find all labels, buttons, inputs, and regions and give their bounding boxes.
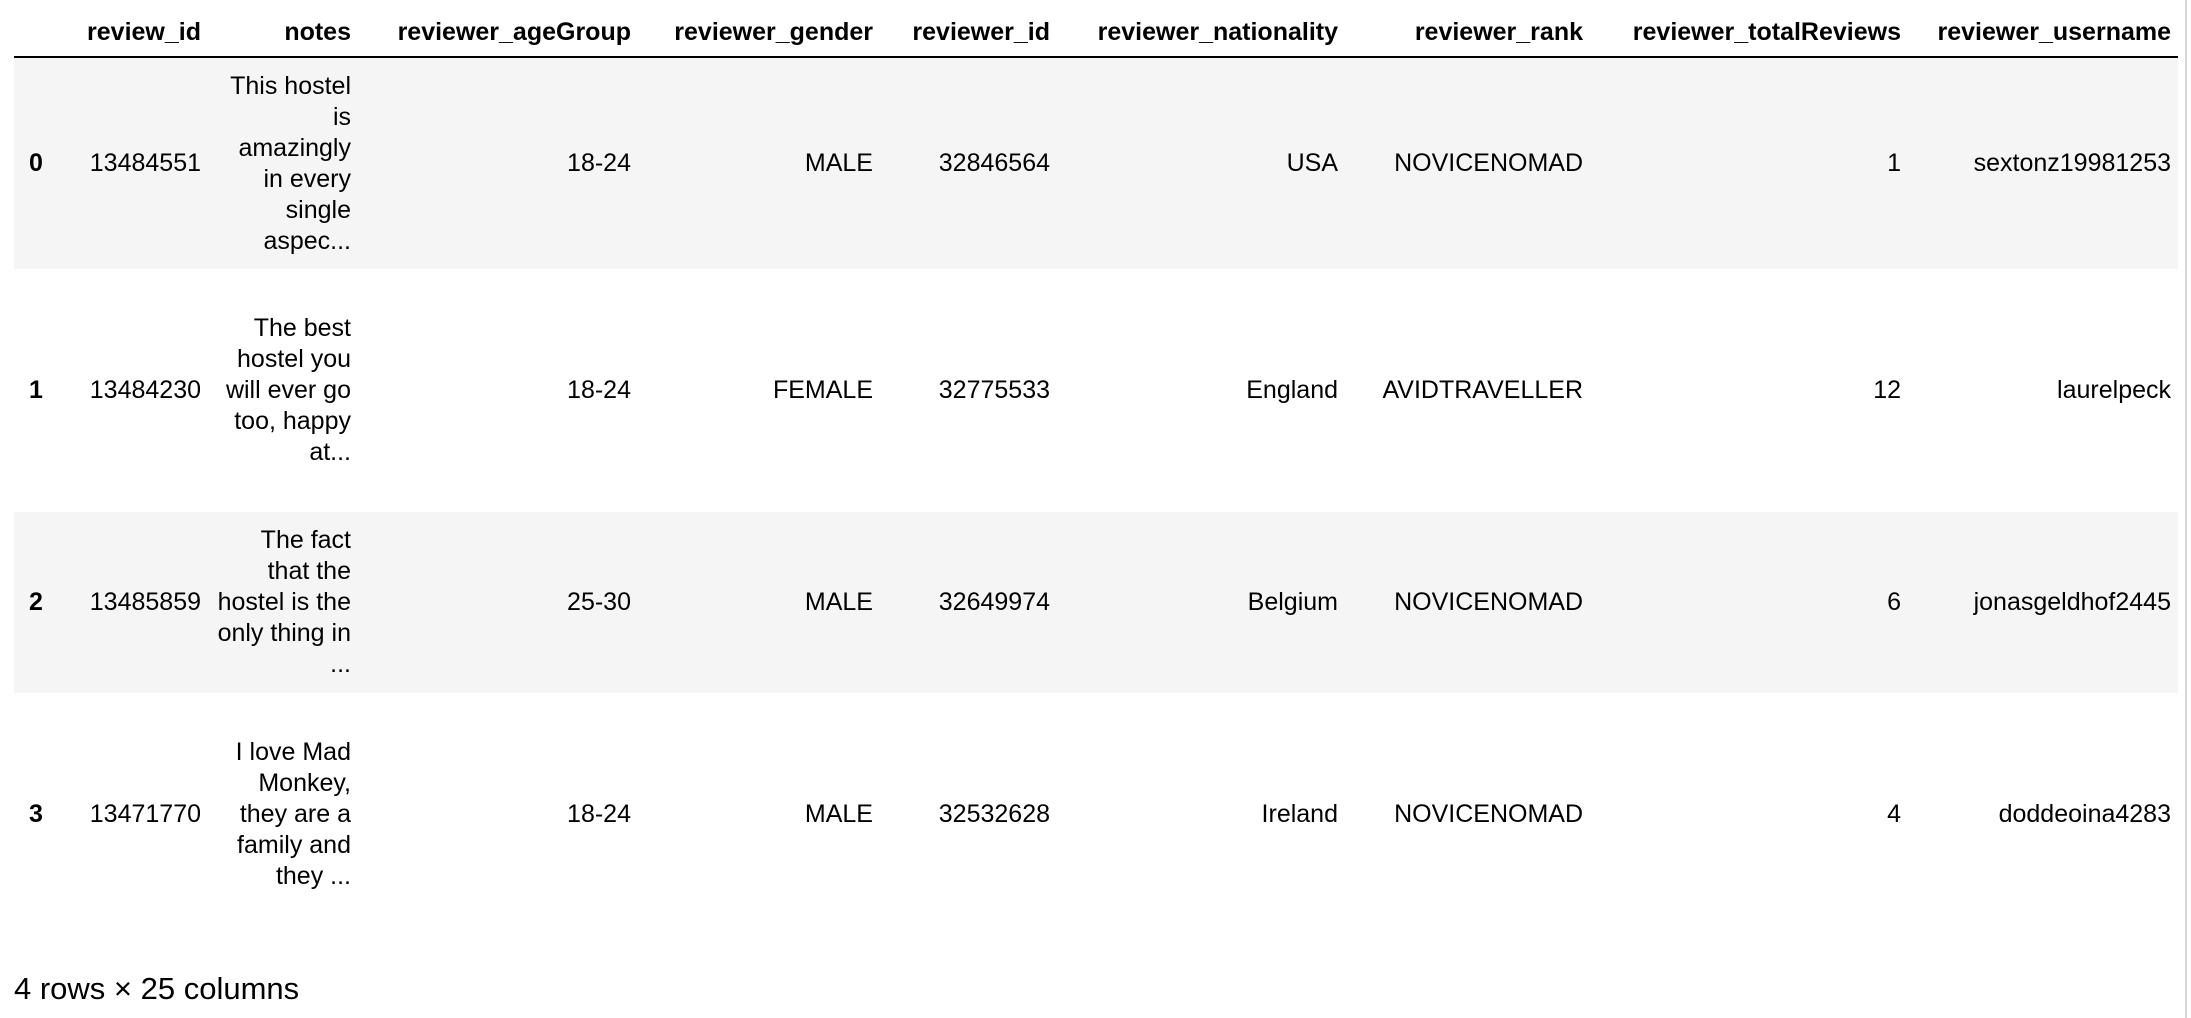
cell-reviewer-gender: FEMALE <box>772 376 873 404</box>
row-index: 0 <box>29 149 43 177</box>
cell-reviewer-rank: NOVICENOMAD <box>1394 588 1583 616</box>
dataframe-output: review_id notes reviewer_ageGroup review… <box>14 0 2178 936</box>
cell-notes: The fact that the hostel is the only thi… <box>217 526 351 678</box>
column-header-reviewer-agegroup: reviewer_ageGroup <box>358 0 638 58</box>
cell-reviewer-gender: MALE <box>804 149 873 177</box>
table-row: 3 13471770 I love Mad Monkey, they are a… <box>14 693 2178 936</box>
column-header-reviewer-username: reviewer_username <box>1908 0 2178 58</box>
cell-reviewer-id: 32775533 <box>938 376 1050 404</box>
row-index: 1 <box>29 376 43 404</box>
column-header-reviewer-totalreviews: reviewer_totalReviews <box>1590 0 1908 58</box>
cell-reviewer-username: sextonz19981253 <box>1973 149 2171 177</box>
cell-reviewer-rank: NOVICENOMAD <box>1394 800 1583 828</box>
column-header-review-id: review_id <box>58 0 208 58</box>
cell-notes: This hostel is amazingly in every single… <box>230 71 351 255</box>
column-header-notes: notes <box>208 0 358 58</box>
column-header-index <box>14 0 58 58</box>
cell-reviewer-id: 32532628 <box>938 800 1050 828</box>
header-row: review_id notes reviewer_ageGroup review… <box>14 0 2178 58</box>
cell-reviewer-totalreviews: 1 <box>1887 149 1901 177</box>
table-row: 1 13484230 The best hostel you will ever… <box>14 269 2178 512</box>
cell-reviewer-rank: AVIDTRAVELLER <box>1382 376 1583 404</box>
cell-reviewer-username: jonasgeldhof2445 <box>1973 588 2171 616</box>
column-header-reviewer-nationality: reviewer_nationality <box>1057 0 1345 58</box>
cell-reviewer-nationality: USA <box>1286 149 1338 177</box>
cell-reviewer-totalreviews: 6 <box>1887 588 1901 616</box>
column-header-reviewer-id: reviewer_id <box>880 0 1057 58</box>
cell-reviewer-agegroup: 18-24 <box>567 149 631 177</box>
row-index: 2 <box>29 588 43 616</box>
cell-review-id: 13485859 <box>89 588 201 616</box>
cell-reviewer-totalreviews: 12 <box>1873 376 1901 404</box>
cell-review-id: 13484230 <box>89 376 201 404</box>
table-row: 0 13484551 This hostel is amazingly in e… <box>14 57 2178 269</box>
cell-reviewer-totalreviews: 4 <box>1887 800 1901 828</box>
cell-reviewer-nationality: Ireland <box>1261 800 1338 828</box>
dataframe-shape-summary: 4 rows × 25 columns <box>14 971 300 1006</box>
table-row: 2 13485859 The fact that the hostel is t… <box>14 512 2178 693</box>
row-index: 3 <box>29 800 43 828</box>
cell-reviewer-agegroup: 18-24 <box>567 376 631 404</box>
cell-notes: I love Mad Monkey, they are a family and… <box>235 738 351 890</box>
cell-reviewer-nationality: Belgium <box>1247 588 1338 616</box>
cell-reviewer-gender: MALE <box>804 800 873 828</box>
column-header-reviewer-rank: reviewer_rank <box>1345 0 1590 58</box>
dataframe-table: review_id notes reviewer_ageGroup review… <box>14 0 2178 936</box>
cell-review-id: 13471770 <box>89 800 201 828</box>
vertical-scrollbar[interactable] <box>2185 0 2187 1018</box>
cell-reviewer-id: 32846564 <box>938 149 1050 177</box>
cell-reviewer-agegroup: 25-30 <box>567 588 631 616</box>
column-header-reviewer-gender: reviewer_gender <box>638 0 880 58</box>
cell-reviewer-gender: MALE <box>804 588 873 616</box>
cell-reviewer-username: laurelpeck <box>2057 376 2171 404</box>
cell-notes: The best hostel you will ever go too, ha… <box>225 314 351 466</box>
cell-reviewer-id: 32649974 <box>938 588 1050 616</box>
cell-reviewer-nationality: England <box>1246 376 1338 404</box>
cell-review-id: 13484551 <box>89 149 201 177</box>
cell-reviewer-rank: NOVICENOMAD <box>1394 149 1583 177</box>
cell-reviewer-username: doddeoina4283 <box>1998 800 2171 828</box>
cell-reviewer-agegroup: 18-24 <box>567 800 631 828</box>
